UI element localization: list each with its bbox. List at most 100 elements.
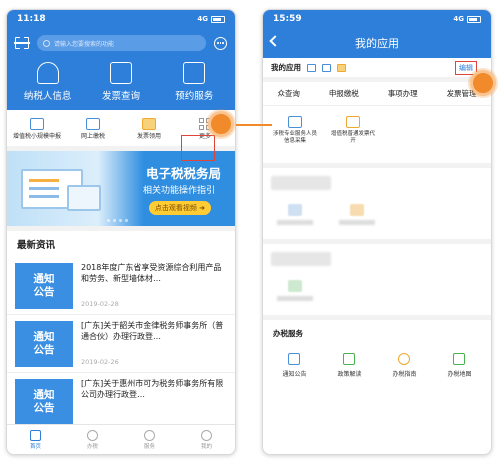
nav-bar: 我的应用 xyxy=(263,28,491,58)
tax-icon xyxy=(86,429,98,441)
monitor-yen-icon xyxy=(86,118,100,130)
person-card-icon xyxy=(36,62,59,84)
carousel-dots xyxy=(107,219,128,223)
tab-mine[interactable]: 我的 xyxy=(200,429,212,450)
search-row: 请输入您要搜索的功能 xyxy=(7,28,235,58)
latest-news-title: 最新资讯 xyxy=(17,240,56,252)
news-thumbnail: 通知 公告 xyxy=(15,263,73,310)
service-icon xyxy=(143,429,155,441)
app-label: 增值税普通发票代开 xyxy=(330,131,375,144)
search-input[interactable]: 请输入您要搜索的功能 xyxy=(37,35,206,51)
network-label: 4G xyxy=(197,15,208,23)
bottom-tab-bar: 首页 办税 服务 我的 xyxy=(7,424,235,454)
news-title: [广东]关于韶关市金律税务师事务所（普通合伙）办理行政登… xyxy=(81,321,224,341)
status-bar: 15:59 4G xyxy=(263,10,491,28)
news-date: 2019-02-28 xyxy=(81,300,119,309)
left-phone-screen: 11:18 4G 请输入您要搜索的功能 纳税人信息 发票查询 预约服务 增值税小… xyxy=(6,9,236,455)
search-icon xyxy=(43,39,50,47)
invoice-claim-button[interactable]: 发票领用 xyxy=(123,118,175,140)
blurred-app-tile[interactable] xyxy=(277,204,313,233)
policy-interpretation-button[interactable]: 政策解读 xyxy=(337,353,362,378)
watch-video-button[interactable]: 点击观看视频 ➜ xyxy=(148,201,211,216)
sub-icon-label: 增值税小规模申报 xyxy=(12,133,61,140)
compass-icon xyxy=(398,353,411,365)
news-item[interactable]: 通知 公告 [广东]关于韶关市金律税务师事务所（普通合伙）办理行政登… 2019-0… xyxy=(7,315,235,374)
blurred-app-row xyxy=(263,198,491,244)
news-item[interactable]: 通知 公告 [广东]关于惠州市可为税务师事务所有限公司办理行政登… xyxy=(7,373,235,432)
vat-small-scale-declare-button[interactable]: 增值税小规模申报 xyxy=(11,118,63,140)
monitor-yen-icon[interactable] xyxy=(322,63,331,72)
map-pin-icon xyxy=(453,353,466,365)
app-tile[interactable]: 增值税普通发票代开 xyxy=(329,116,377,153)
status-bar: 11:18 4G xyxy=(7,10,235,28)
highlight-connector-line xyxy=(236,124,272,126)
sub-icon-label: 发票领用 xyxy=(136,133,161,140)
promo-banner[interactable]: 电子税税务局 相关功能操作指引 点击观看视频 ➜ xyxy=(7,151,235,232)
blurred-app-icon xyxy=(288,204,302,216)
tax-guide-button[interactable]: 办税指南 xyxy=(392,353,417,378)
app-tile[interactable]: 涉税专业服务人员信息采集 xyxy=(271,116,319,153)
online-tax-payment-button[interactable]: 网上缴税 xyxy=(67,118,119,140)
edit-form-icon[interactable] xyxy=(307,63,316,72)
status-time: 15:59 xyxy=(273,14,302,24)
layers-icon xyxy=(142,118,156,130)
category-tabs: 众查询 申报缴税 事项办理 发票管理 xyxy=(263,82,491,106)
document-icon xyxy=(343,353,356,365)
user-icon xyxy=(200,429,212,441)
tablet-illustration xyxy=(67,185,101,212)
news-item[interactable]: 通知 公告 2018年度广东省享受资源综合利用产品和劳务、新型墙体材… 2019-0… xyxy=(7,257,235,316)
right-phone-screen: 15:59 4G 我的应用 我的应用 编辑 众查询 申报缴税 事项办理 发票管理… xyxy=(262,9,492,455)
scan-icon[interactable] xyxy=(14,37,30,49)
tab-declare-pay[interactable]: 申报缴税 xyxy=(329,88,359,99)
megaphone-icon xyxy=(288,353,301,365)
blurred-section-title xyxy=(271,176,331,190)
my-apps-header: 15:59 4G 我的应用 xyxy=(263,10,491,58)
taxpayer-info-button[interactable]: 纳税人信息 xyxy=(13,62,83,102)
blurred-section-title xyxy=(271,252,331,266)
invoice-edit-icon xyxy=(346,116,360,128)
search-placeholder: 请输入您要搜索的功能 xyxy=(54,40,115,48)
notice-announcement-button[interactable]: 通知公告 xyxy=(282,353,307,378)
tax-service-title: 办税服务 xyxy=(273,329,303,338)
tab-service[interactable]: 服务 xyxy=(143,429,155,450)
page-title: 我的应用 xyxy=(355,37,399,50)
layers-icon[interactable] xyxy=(337,63,346,72)
battery-icon xyxy=(467,15,481,23)
news-thumbnail: 通知 公告 xyxy=(15,379,73,426)
appointment-button[interactable]: 预约服务 xyxy=(159,62,229,102)
app-label: 涉税专业服务人员信息采集 xyxy=(272,131,317,144)
blurred-app-row xyxy=(263,274,491,320)
main-function-icons: 纳税人信息 发票查询 预约服务 xyxy=(7,58,235,110)
main-icon-label: 预约服务 xyxy=(175,91,214,102)
banner-subtitle: 相关功能操作指引 xyxy=(142,186,215,197)
tax-service-row: 通知公告 政策解读 办税指南 办税地图 xyxy=(263,345,491,386)
tax-map-button[interactable]: 办税地图 xyxy=(447,353,472,378)
calendar-icon xyxy=(183,62,206,84)
news-date: 2019-02-26 xyxy=(81,358,119,367)
blurred-app-tile[interactable] xyxy=(339,204,375,233)
tab-tax[interactable]: 办税 xyxy=(86,429,98,450)
tap-marker-more xyxy=(208,111,234,137)
back-arrow-icon[interactable] xyxy=(269,35,281,47)
tab-matter-handling[interactable]: 事项办理 xyxy=(388,88,418,99)
tab-home[interactable]: 首页 xyxy=(29,429,41,450)
invoice-query-button[interactable]: 发票查询 xyxy=(86,62,156,102)
id-card-icon xyxy=(288,116,302,128)
tap-marker-edit xyxy=(470,70,496,96)
invoice-search-icon xyxy=(109,62,132,84)
sub-icon-label: 网上缴税 xyxy=(80,133,105,140)
status-time: 11:18 xyxy=(17,14,46,24)
tab-public-query[interactable]: 众查询 xyxy=(277,88,300,99)
home-header: 11:18 4G 请输入您要搜索的功能 纳税人信息 发票查询 预约服务 xyxy=(7,10,235,110)
blurred-app-icon xyxy=(288,280,302,292)
news-title: [广东]关于惠州市可为税务师事务所有限公司办理行政登… xyxy=(81,379,224,399)
app-grid: 涉税专业服务人员信息采集 增值税普通发票代开 xyxy=(263,106,491,168)
home-icon xyxy=(29,429,41,441)
my-apps-label: 我的应用 xyxy=(271,63,301,72)
blurred-app-tile[interactable] xyxy=(277,280,313,309)
message-icon[interactable] xyxy=(214,36,227,50)
edit-form-icon xyxy=(30,118,44,130)
my-apps-row: 我的应用 编辑 xyxy=(263,58,491,82)
blurred-app-icon xyxy=(350,204,364,216)
main-icon-label: 发票查询 xyxy=(101,91,140,102)
